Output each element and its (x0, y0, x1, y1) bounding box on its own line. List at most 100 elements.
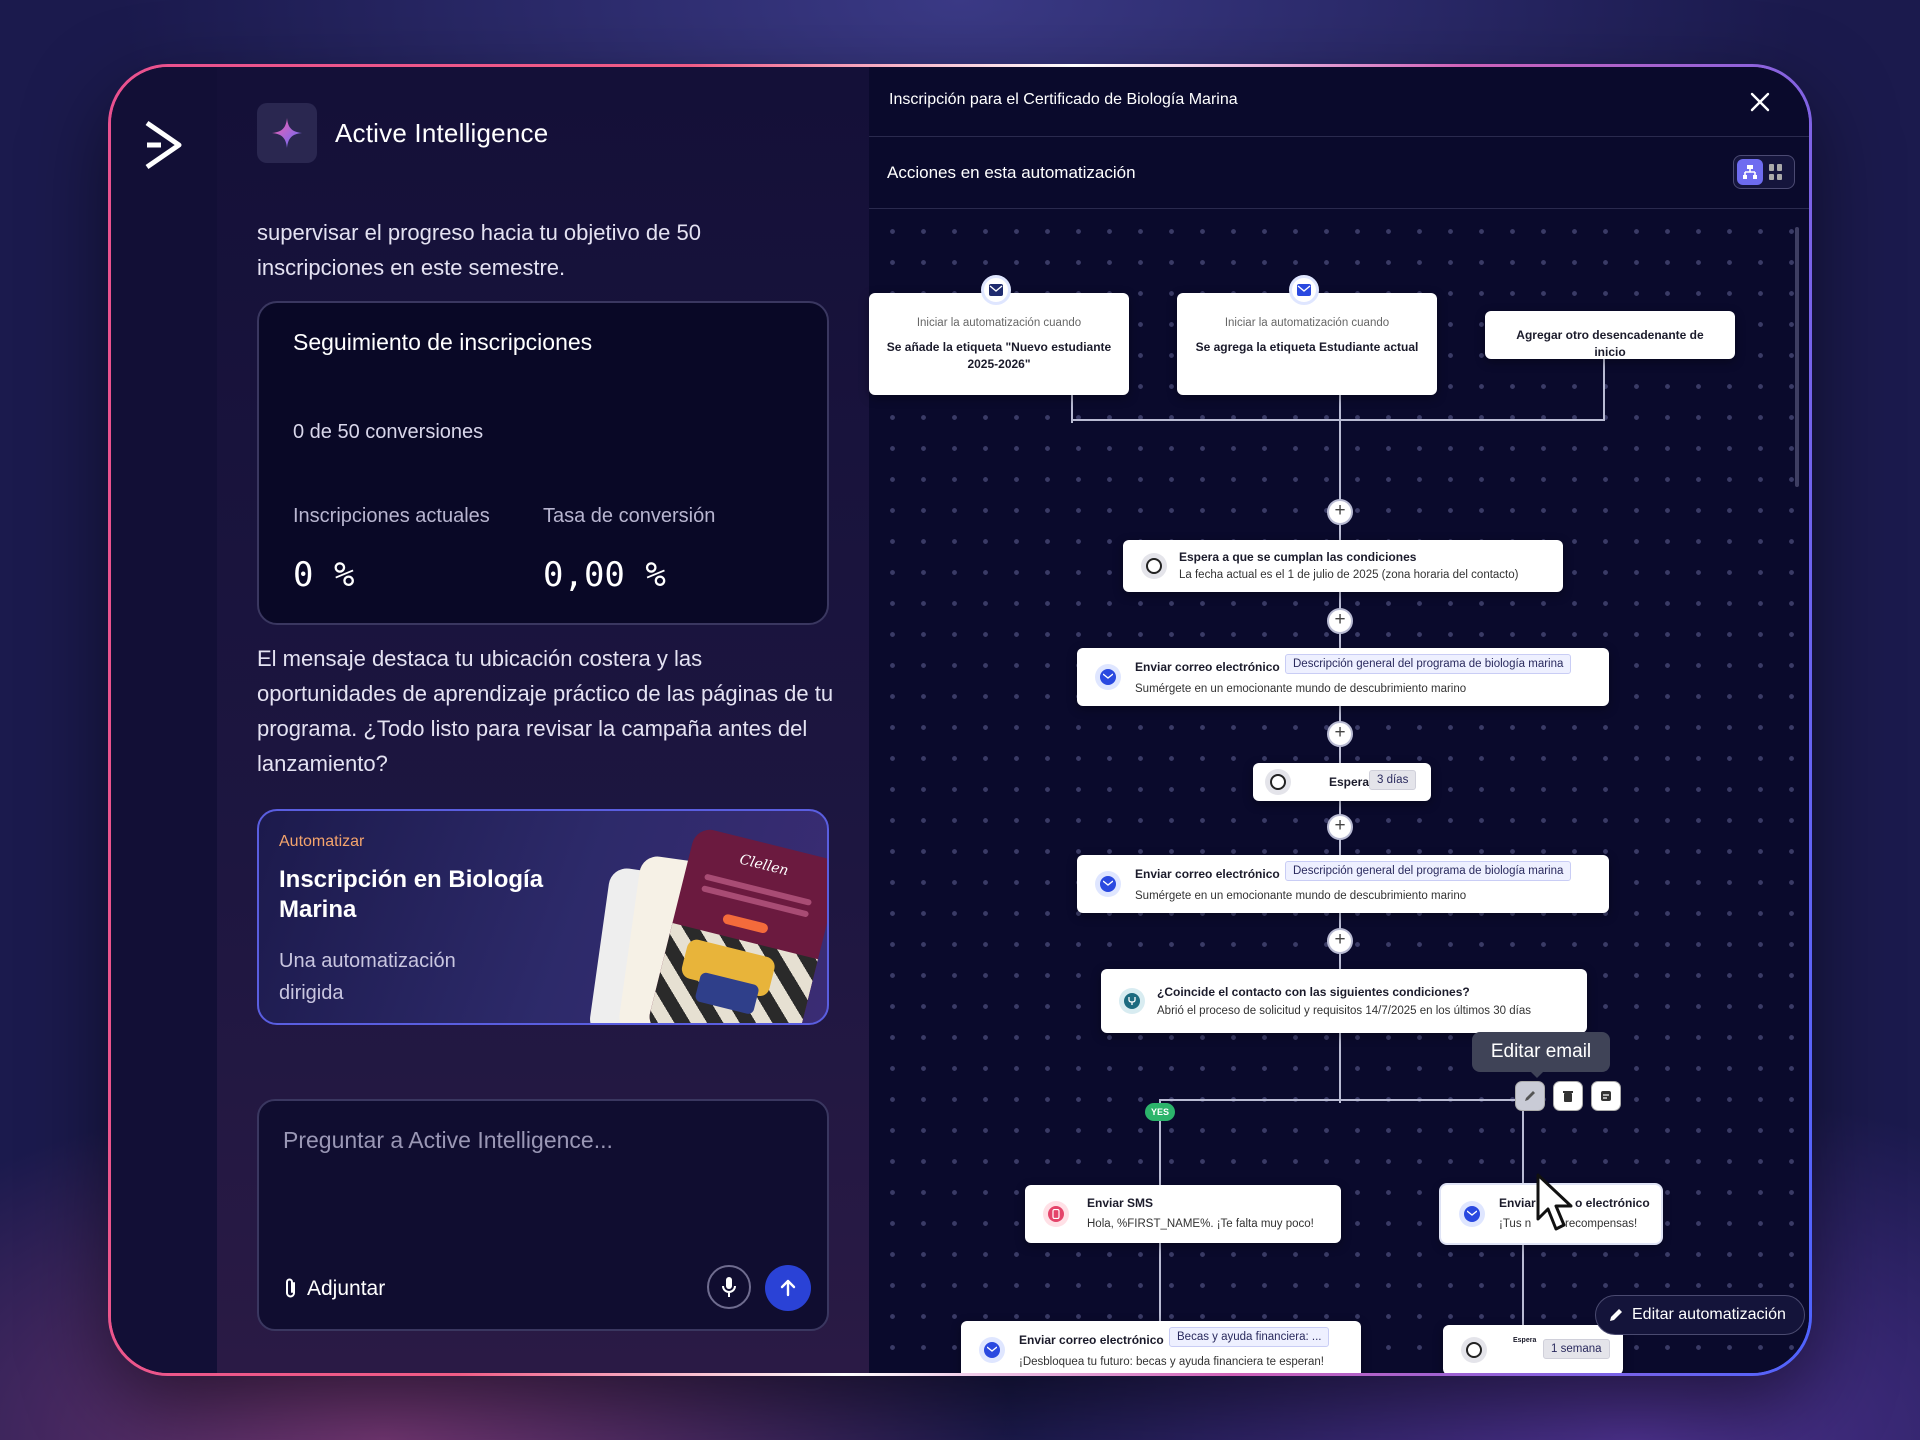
grid-view-icon[interactable] (1769, 164, 1785, 180)
flow-view-icon[interactable] (1737, 159, 1763, 185)
condition-desc: Abrió el proceso de solicitud y requisit… (1157, 1005, 1531, 1017)
edit-automation-label: Editar automatización (1632, 1306, 1786, 1323)
send-email-node-scholarships[interactable]: Enviar correo electrónico Becas y ayuda … (961, 1321, 1361, 1373)
stat-label-conversion-rate: Tasa de conversión (543, 505, 716, 527)
wait-conditions-label: Espera a que se cumplan las condiciones (1179, 550, 1417, 564)
activecampaign-logo-icon[interactable] (143, 119, 183, 171)
node-toolbar (1515, 1081, 1621, 1111)
wait-label: Esperar (1329, 775, 1374, 789)
automation-description: Una automatización dirigida (279, 950, 456, 1004)
email-desc-start: ¡Tus n (1499, 1218, 1532, 1230)
ask-input-box[interactable]: Preguntar a Active Intelligence... Adjun… (257, 1099, 829, 1331)
send-email-node-2[interactable]: Enviar correo electrónico Descripción ge… (1077, 855, 1609, 913)
phone-icon (1043, 1201, 1069, 1227)
email-label-start: Enviar (1499, 1196, 1536, 1210)
add-step-plus-icon[interactable]: + (1327, 721, 1353, 747)
close-icon[interactable] (1749, 91, 1771, 113)
ai-header: Active Intelligence (257, 103, 548, 163)
trigger-node-current-student[interactable]: Iniciar la automatización cuando Se agre… (1177, 293, 1437, 395)
add-step-plus-icon[interactable]: + (1327, 499, 1353, 525)
ai-chat-panel: Active Intelligence supervisar el progre… (217, 67, 869, 1373)
microphone-button[interactable] (707, 1265, 751, 1309)
trash-icon[interactable] (1553, 1081, 1583, 1111)
app-frame: Active Intelligence supervisar el progre… (108, 64, 1812, 1376)
send-button[interactable] (765, 1265, 811, 1311)
automation-panel: Inscripción para el Certificado de Biolo… (869, 67, 1809, 1373)
email-name-pill: Descripción general del programa de biol… (1285, 861, 1572, 881)
envelope-icon (1095, 871, 1121, 897)
ask-input-placeholder[interactable]: Preguntar a Active Intelligence... (283, 1127, 613, 1154)
automation-kicker: Automatizar (279, 833, 365, 850)
trigger-caption: Iniciar la automatización cuando (916, 317, 1082, 329)
email-desc: ¡Desbloquea tu futuro: becas y ayuda fin… (1019, 1356, 1324, 1368)
wait-label: Espera (1513, 1337, 1537, 1344)
add-step-plus-icon[interactable]: + (1327, 928, 1353, 954)
preview-brand: Clellen (737, 851, 791, 880)
yes-branch-badge: YES (1145, 1103, 1175, 1121)
branch-icon (1119, 988, 1145, 1014)
connector (1159, 1099, 1524, 1101)
pencil-icon (1610, 1309, 1622, 1321)
email-name-pill: Descripción general del programa de biol… (1285, 654, 1572, 674)
automation-actions-title: Acciones en esta automatización (887, 163, 1136, 182)
tracking-card-title: Seguimiento de inscripciones (293, 329, 593, 355)
automation-title: Inscripción en Biología Marina (279, 866, 544, 923)
condition-node[interactable]: ¿Coincide el contacto con las siguientes… (1101, 969, 1587, 1033)
wait-week-node[interactable]: Espera 1 semana (1443, 1325, 1623, 1373)
trigger-text: Se agrega la etiqueta Estudiante actual (1195, 340, 1419, 354)
attach-button[interactable]: Adjuntar (283, 1277, 385, 1301)
send-email-node-1[interactable]: Enviar correo electrónico Descripción ge… (1077, 648, 1609, 706)
envelope-icon (981, 275, 1011, 305)
wait-duration-pill: 1 semana (1543, 1339, 1610, 1359)
clock-icon (1141, 553, 1167, 579)
add-step-plus-icon[interactable]: + (1327, 608, 1353, 634)
connector (1603, 357, 1605, 421)
conversions-count: 0 de 50 conversiones (293, 421, 484, 443)
automation-panel-title: Inscripción para el Certificado de Biolo… (889, 91, 1238, 108)
stat-value-conversion-rate: 0,00 % (543, 555, 666, 595)
envelope-icon (979, 1337, 1005, 1363)
wait-conditions-node[interactable]: Espera a que se cumplan las condiciones … (1123, 540, 1563, 592)
trigger-node-new-student[interactable]: Iniciar la automatización cuando Se añad… (869, 293, 1129, 395)
wait-duration-pill: 3 días (1369, 770, 1417, 790)
attach-label: Adjuntar (307, 1277, 386, 1300)
sparkle-icon (257, 103, 317, 163)
arrow-up-icon (780, 1279, 796, 1297)
ai-title: Active Intelligence (335, 117, 549, 148)
envelope-icon (1459, 1201, 1485, 1227)
add-trigger-label: Agregar otro desencadenante de inicio (1516, 328, 1704, 359)
trigger-caption: Iniciar la automatización cuando (1224, 317, 1390, 329)
send-sms-node[interactable]: Enviar SMS Hola, %FIRST_NAME%. ¡Te falta… (1025, 1185, 1341, 1243)
wait-conditions-desc: La fecha actual es el 1 de julio de 2025… (1179, 569, 1519, 581)
add-trigger-button[interactable]: Agregar otro desencadenante de inicio (1485, 311, 1735, 359)
connector (1071, 419, 1605, 421)
app-window: Active Intelligence supervisar el progre… (111, 67, 1809, 1373)
ai-message-intro: supervisar el progreso hacia tu objetivo… (257, 220, 701, 280)
edit-automation-button[interactable]: Editar automatización (1595, 1295, 1805, 1335)
envelope-icon (1289, 275, 1319, 305)
automation-card[interactable]: Automatizar Inscripción en Biología Mari… (257, 809, 829, 1025)
stat-label-enrollments: Inscripciones actuales (293, 505, 490, 527)
preview-button (721, 913, 769, 935)
email-label: Enviar correo electrónico (1135, 867, 1280, 881)
automation-header: Inscripción para el Certificado de Biolo… (869, 67, 1809, 137)
condition-label: ¿Coincide el contacto con las siguientes… (1157, 985, 1470, 999)
email-preview-front: Clellen (645, 825, 827, 1023)
tooltip-arrow (1529, 1070, 1545, 1078)
view-toggle[interactable] (1733, 155, 1795, 189)
tracking-card: Seguimiento de inscripciones 0 de 50 con… (257, 301, 829, 625)
mouse-cursor-icon (1536, 1173, 1573, 1231)
add-step-plus-icon[interactable]: + (1327, 814, 1353, 840)
paperclip-icon (286, 1278, 295, 1298)
email-label-end: o electrónico (1575, 1196, 1650, 1210)
preview-image (645, 923, 818, 1023)
note-icon[interactable] (1591, 1081, 1621, 1111)
stat-value-enrollments: 0 % (293, 555, 355, 595)
clock-icon (1461, 1337, 1487, 1363)
envelope-icon (1095, 664, 1121, 690)
ai-message-campaign: El mensaje destaca tu ubicación costera … (257, 646, 834, 776)
canvas-scrollbar[interactable] (1795, 227, 1799, 487)
preview-lines (703, 873, 813, 906)
wait-days-node[interactable]: Esperar 3 días (1253, 763, 1431, 801)
pencil-icon[interactable] (1515, 1081, 1545, 1111)
